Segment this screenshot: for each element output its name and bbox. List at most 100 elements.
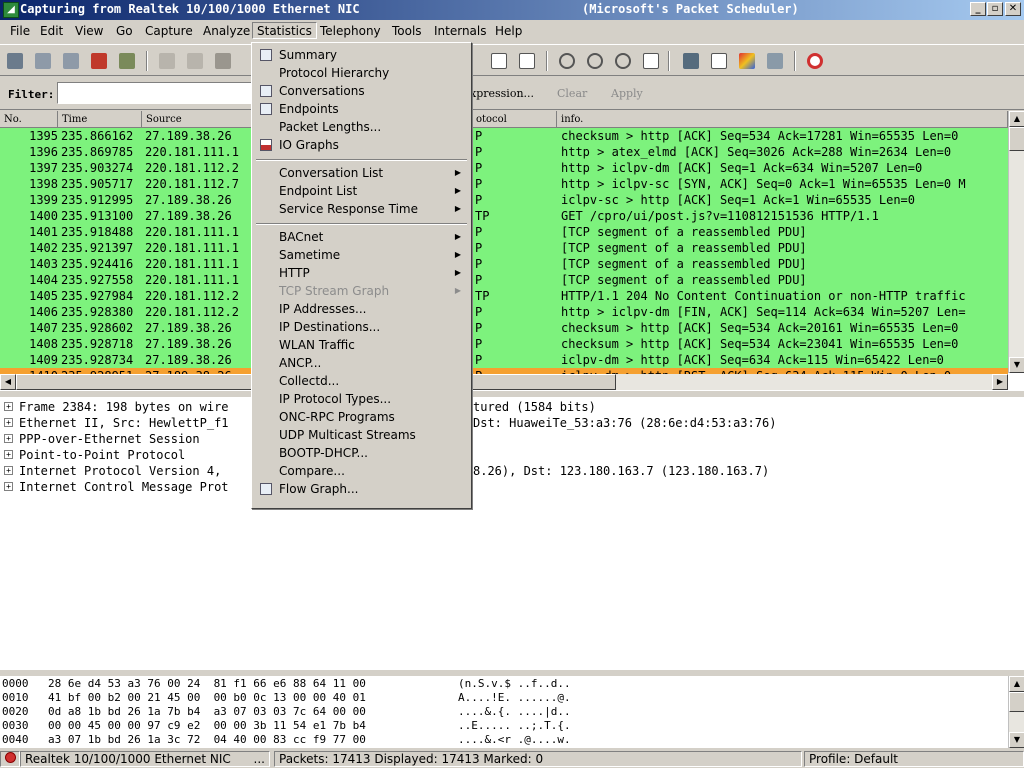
packet-row[interactable]: 1401 235.918488 220.181.111.1 P [TCP segment… — [0, 224, 1008, 240]
column-info[interactable]: info. — [557, 111, 1008, 128]
help-icon[interactable] — [804, 50, 826, 72]
scroll-right-arrow[interactable]: ▶ — [992, 374, 1008, 390]
clear-button[interactable]: Clear — [557, 87, 587, 100]
menu-telephony[interactable]: Telephony — [316, 23, 385, 40]
expression-button[interactable]: xpression... — [470, 87, 534, 100]
menu-item-service-response-time[interactable]: Service Response Time ▶ — [254, 200, 469, 218]
apply-button[interactable]: Apply — [611, 87, 643, 100]
menu-item-tcp-stream-graph[interactable]: TCP Stream Graph ▶ — [254, 282, 469, 300]
scroll-thumb[interactable] — [1009, 127, 1024, 151]
menu-item-endpoint-list[interactable]: Endpoint List ▶ — [254, 182, 469, 200]
menu-item-bootp-dhcp[interactable]: BOOTP-DHCP... — [254, 444, 469, 462]
display-filters-icon[interactable] — [708, 50, 730, 72]
menu-item-sametime[interactable]: Sametime ▶ — [254, 246, 469, 264]
stop-capture-icon[interactable] — [88, 50, 110, 72]
detail-tree-item[interactable]: + Point-to-Point Protocol — [4, 447, 185, 463]
packet-row[interactable]: 1396 235.869785 220.181.111.1 Phttp > atex_… — [0, 144, 1008, 160]
expand-icon[interactable]: + — [4, 482, 13, 491]
packet-row[interactable]: 1399 235.912995 27.189.38.26 Piclpv-sc > ht… — [0, 192, 1008, 208]
save-file-icon[interactable] — [184, 50, 206, 72]
status-profile[interactable]: Profile: Default — [804, 751, 1024, 767]
detail-tree-item[interactable]: + Frame 2384: 198 bytes on wire — [4, 399, 229, 415]
menu-tools[interactable]: Tools — [388, 23, 426, 40]
open-file-icon[interactable] — [156, 50, 178, 72]
packet-row[interactable]: 1400 235.913100 27.189.38.26 TP GET /cpro/ui… — [0, 208, 1008, 224]
scroll-up-arrow[interactable]: ▲ — [1009, 676, 1024, 692]
packet-row[interactable]: 1409 235.928734 27.189.38.26 Piclpv-dm > ht… — [0, 352, 1008, 368]
close-file-icon[interactable] — [212, 50, 234, 72]
close-button[interactable]: ✕ — [1005, 2, 1021, 16]
detail-tree-item[interactable]: + Ethernet II, Src: HewlettP_f1 — [4, 415, 229, 431]
packet-row[interactable]: 1408 235.928718 27.189.38.26 Pchecksum > ht… — [0, 336, 1008, 352]
coloring-rules-icon[interactable] — [736, 50, 758, 72]
menu-item-udp-multicast-streams[interactable]: UDP Multicast Streams — [254, 426, 469, 444]
menu-internals[interactable]: Internals — [430, 23, 491, 40]
scroll-up-arrow[interactable]: ▲ — [1009, 111, 1024, 127]
capture-options-icon[interactable] — [32, 50, 54, 72]
expert-info-icon[interactable] — [0, 751, 20, 767]
preferences-icon[interactable] — [764, 50, 786, 72]
menu-item-collectd[interactable]: Collectd... — [254, 372, 469, 390]
packet-row[interactable]: 1406 235.928380 220.181.112.2 Phttp > iclpv… — [0, 304, 1008, 320]
menu-item-packet-lengths[interactable]: Packet Lengths... — [254, 118, 469, 136]
menu-item-compare[interactable]: Compare... — [254, 462, 469, 480]
colorize-icon[interactable] — [488, 50, 510, 72]
resize-columns-icon[interactable] — [640, 50, 662, 72]
column-no[interactable]: No. — [0, 111, 58, 128]
expand-icon[interactable]: + — [4, 450, 13, 459]
column-time[interactable]: Time — [58, 111, 142, 128]
zoom-in-icon[interactable] — [556, 50, 578, 72]
bytes-vscrollbar[interactable]: ▲ ▼ — [1008, 676, 1024, 748]
detail-tree-item[interactable]: + Internet Control Message Prot — [4, 479, 229, 495]
expand-icon[interactable]: + — [4, 402, 13, 411]
menu-edit[interactable]: Edit — [36, 23, 67, 40]
menu-analyze[interactable]: Analyze — [199, 23, 254, 40]
detail-tree-item[interactable]: + Internet Protocol Version 4, — [4, 463, 221, 479]
menu-item-ip-protocol-types[interactable]: IP Protocol Types... — [254, 390, 469, 408]
column-protocol[interactable]: otocol — [472, 111, 557, 128]
capture-filters-icon[interactable] — [680, 50, 702, 72]
menu-item-summary[interactable]: Summary — [254, 46, 469, 64]
packet-row[interactable]: 1403 235.924416 220.181.111.1 P [TCP segment… — [0, 256, 1008, 272]
packet-list-vscrollbar[interactable]: ▲ ▼ — [1008, 111, 1024, 373]
detail-tree-item[interactable]: + PPP-over-Ethernet Session — [4, 431, 200, 447]
menu-go[interactable]: Go — [112, 23, 137, 40]
packet-row[interactable]: 1404 235.927558 220.181.111.1 P [TCP segment… — [0, 272, 1008, 288]
auto-scroll-icon[interactable] — [516, 50, 538, 72]
menu-item-http[interactable]: HTTP ▶ — [254, 264, 469, 282]
menu-item-ip-destinations[interactable]: IP Destinations... — [254, 318, 469, 336]
menu-item-io-graphs[interactable]: IO Graphs — [254, 136, 469, 154]
menu-item-flow-graph[interactable]: Flow Graph... — [254, 480, 469, 498]
packet-row[interactable]: 1397 235.903274 220.181.112.2 Phttp > iclpv… — [0, 160, 1008, 176]
packet-row[interactable]: 1395 235.866162 27.189.38.26 Pchecksum > ht… — [0, 128, 1008, 144]
maximize-button[interactable]: ▫ — [987, 2, 1003, 16]
restart-capture-icon[interactable] — [116, 50, 138, 72]
menu-item-wlan-traffic[interactable]: WLAN Traffic — [254, 336, 469, 354]
scroll-thumb[interactable] — [1009, 692, 1024, 712]
packet-row[interactable]: 1402 235.921397 220.181.111.1 P [TCP segment… — [0, 240, 1008, 256]
menu-item-onc-rpc-programs[interactable]: ONC-RPC Programs — [254, 408, 469, 426]
menu-capture[interactable]: Capture — [141, 23, 197, 40]
packet-row[interactable]: 1407 235.928602 27.189.38.26 Pchecksum > ht… — [0, 320, 1008, 336]
menu-statistics[interactable]: Statistics — [252, 22, 317, 39]
packet-row[interactable]: 1405 235.927984 220.181.112.2 TP HTTP/1.1 20… — [0, 288, 1008, 304]
minimize-button[interactable]: _ — [970, 2, 986, 16]
menu-view[interactable]: View — [71, 23, 107, 40]
menu-help[interactable]: Help — [491, 23, 526, 40]
zoom-normal-icon[interactable] — [612, 50, 634, 72]
start-capture-icon[interactable] — [60, 50, 82, 72]
expand-icon[interactable]: + — [4, 466, 13, 475]
menu-item-endpoints[interactable]: Endpoints — [254, 100, 469, 118]
packet-row[interactable]: 1398 235.905717 220.181.112.7 Phttp > iclpv… — [0, 176, 1008, 192]
expand-icon[interactable]: + — [4, 434, 13, 443]
scroll-left-arrow[interactable]: ◀ — [0, 374, 16, 390]
expand-icon[interactable]: + — [4, 418, 13, 427]
interfaces-icon[interactable] — [4, 50, 26, 72]
menu-item-bacnet[interactable]: BACnet ▶ — [254, 228, 469, 246]
zoom-out-icon[interactable] — [584, 50, 606, 72]
filter-input[interactable] — [57, 82, 257, 104]
scroll-down-arrow[interactable]: ▼ — [1009, 357, 1024, 373]
menu-item-ip-addresses[interactable]: IP Addresses... — [254, 300, 469, 318]
menu-file[interactable]: File — [6, 23, 34, 40]
packet-list-hscrollbar[interactable]: ◀ ▶ — [0, 374, 1008, 390]
